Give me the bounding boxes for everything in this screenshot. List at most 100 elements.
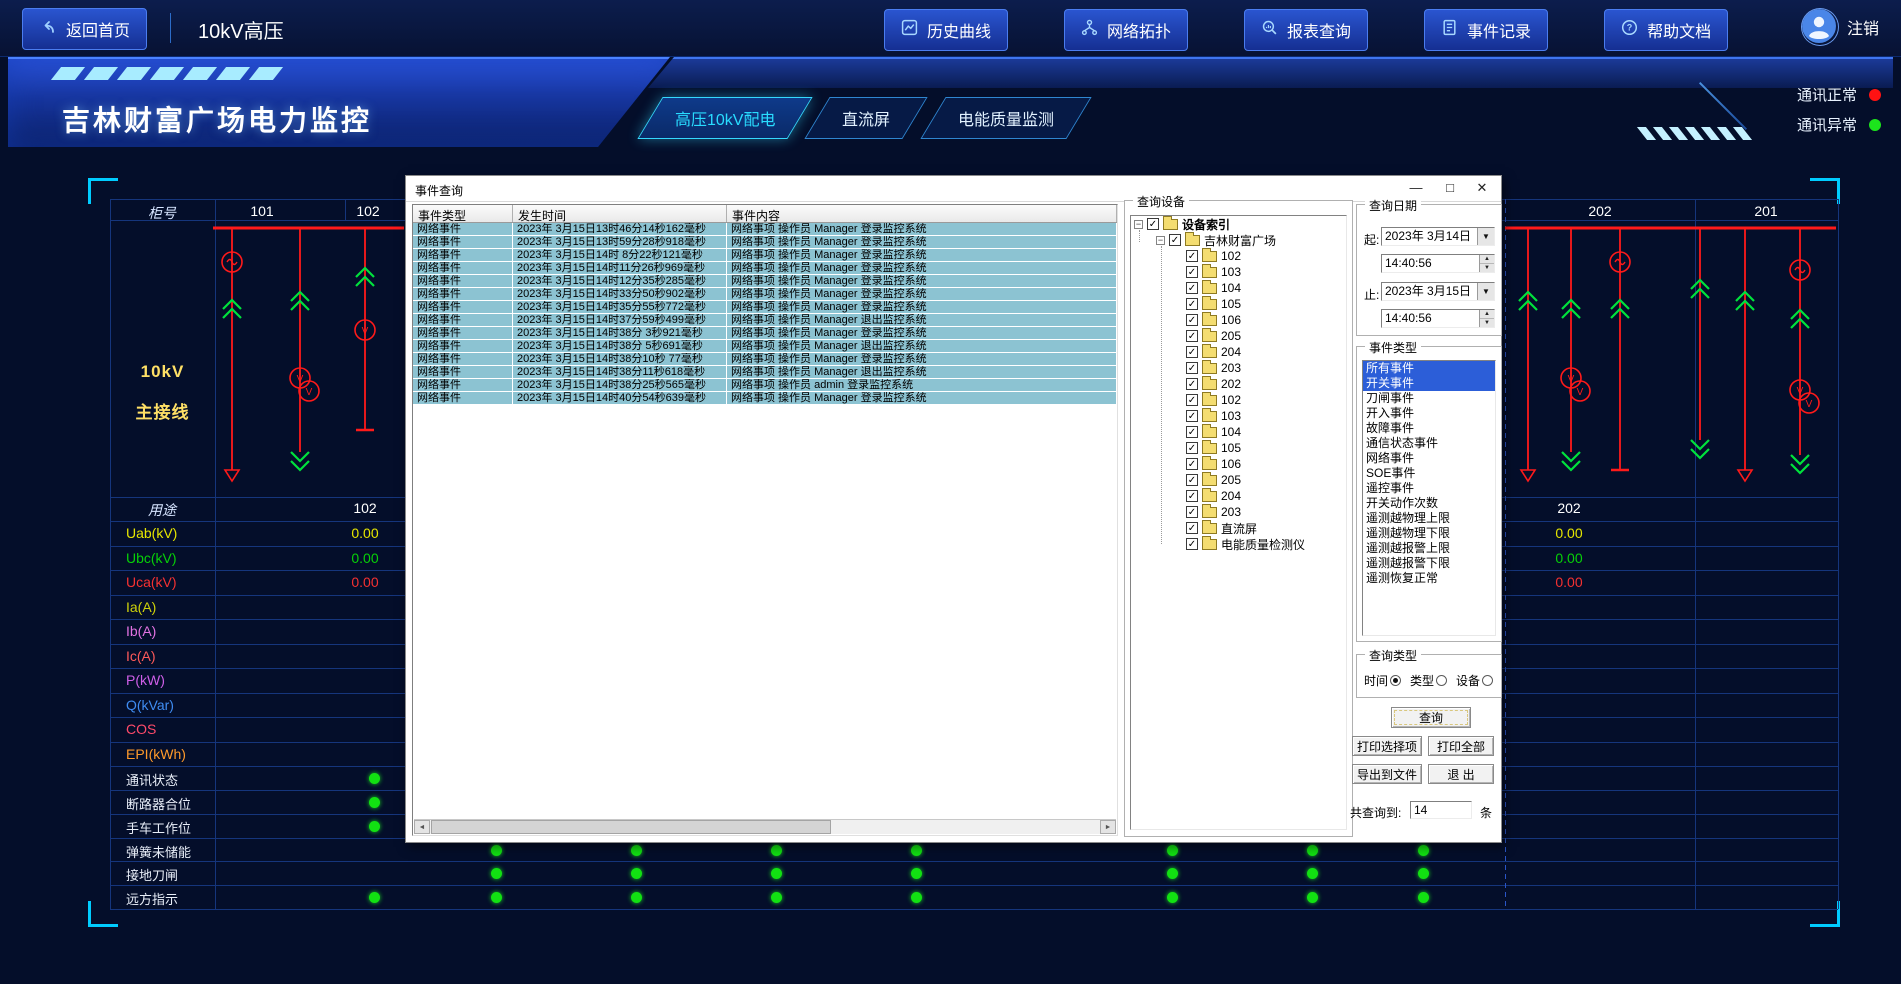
scroll-right-button[interactable]: ► [1100,820,1116,834]
tree-item-203[interactable]: ✓203 [1131,504,1346,520]
radio-option-类型[interactable]: 类型 [1410,672,1447,689]
checkbox-checked-icon[interactable]: ✓ [1186,266,1198,278]
checkbox-checked-icon[interactable]: ✓ [1186,330,1198,342]
from-date-select[interactable]: 2023年 3月14日 ▼ [1381,227,1495,246]
nav-button-历史曲线[interactable]: 历史曲线 [884,9,1008,51]
event-type-option-开入事件[interactable]: 开入事件 [1363,406,1495,421]
radio-option-时间[interactable]: 时间 [1364,672,1401,689]
maximize-button[interactable]: □ [1439,180,1461,195]
checkbox-checked-icon[interactable]: ✓ [1186,426,1198,438]
tab-高压10kV配电[interactable]: 高压10kV配电 [637,97,813,139]
event-type-list[interactable]: 所有事件开关事件刀闸事件开入事件故障事件通信状态事件网络事件SOE事件遥控事件开… [1362,360,1496,636]
nav-button-网络拓扑[interactable]: 网络拓扑 [1064,9,1188,51]
radio-option-设备[interactable]: 设备 [1456,672,1493,689]
tree-item-直流屏[interactable]: ✓直流屏 [1131,520,1346,536]
tab-电能质量监测[interactable]: 电能质量监测 [920,97,1091,139]
tree-item-106[interactable]: ✓106 [1131,456,1346,472]
checkbox-checked-icon[interactable]: ✓ [1186,442,1198,454]
table-row[interactable]: 网络事件2023年 3月15日14时40分54秒639毫秒网络事项 操作员 Ma… [413,392,1117,405]
nav-button-事件记录[interactable]: 事件记录 [1424,9,1548,51]
tree-expander-icon[interactable]: − [1134,220,1143,229]
tree-item-吉林财富广场[interactable]: −✓吉林财富广场 [1131,232,1346,248]
nav-button-报表查询[interactable]: 报表查询 [1244,9,1368,51]
table-row[interactable]: 网络事件2023年 3月15日13时59分28秒918毫秒网络事项 操作员 Ma… [413,236,1117,249]
checkbox-checked-icon[interactable]: ✓ [1186,314,1198,326]
dropdown-arrow-icon[interactable]: ▼ [1477,228,1494,245]
tree-item-203[interactable]: ✓203 [1131,360,1346,376]
back-home-button[interactable]: 返回首页 [22,8,147,50]
event-type-option-遥测越物理下限[interactable]: 遥测越物理下限 [1363,526,1495,541]
column-header-发生时间[interactable]: 发生时间 [513,205,727,222]
spinner-icon[interactable]: ▲▼ [1479,310,1494,327]
event-type-option-通信状态事件[interactable]: 通信状态事件 [1363,436,1495,451]
event-table[interactable]: 事件类型发生时间事件内容 网络事件2023年 3月15日13时46分14秒162… [412,204,1118,836]
horizontal-scrollbar[interactable]: ◄ ► [414,819,1116,834]
minimize-button[interactable]: — [1405,180,1427,195]
table-row[interactable]: 网络事件2023年 3月15日14时38分 3秒921毫秒网络事项 操作员 Ma… [413,327,1117,340]
checkbox-checked-icon[interactable]: ✓ [1186,362,1198,374]
event-type-option-遥测恢复正常[interactable]: 遥测恢复正常 [1363,571,1495,586]
tree-item-104[interactable]: ✓104 [1131,280,1346,296]
tree-item-设备索引[interactable]: −✓设备索引 [1131,216,1346,232]
result-count-field[interactable]: 14 [1410,801,1472,819]
event-type-option-网络事件[interactable]: 网络事件 [1363,451,1495,466]
tree-item-205[interactable]: ✓205 [1131,328,1346,344]
device-tree[interactable]: −✓设备索引−✓吉林财富广场✓102✓103✓104✓105✓106✓205✓2… [1130,215,1347,830]
dropdown-arrow-icon[interactable]: ▼ [1477,283,1494,300]
to-time-input[interactable]: 14:40:56 ▲▼ [1381,309,1495,328]
event-type-option-SOE事件[interactable]: SOE事件 [1363,466,1495,481]
table-row[interactable]: 网络事件2023年 3月15日14时 8分22秒121毫秒网络事项 操作员 Ma… [413,249,1117,262]
checkbox-checked-icon[interactable]: ✓ [1186,282,1198,294]
checkbox-checked-icon[interactable]: ✓ [1186,250,1198,262]
event-type-option-所有事件[interactable]: 所有事件 [1363,361,1495,376]
checkbox-checked-icon[interactable]: ✓ [1186,506,1198,518]
checkbox-checked-icon[interactable]: ✓ [1186,490,1198,502]
tree-item-105[interactable]: ✓105 [1131,296,1346,312]
table-row[interactable]: 网络事件2023年 3月15日14时35分55秒772毫秒网络事项 操作员 Ma… [413,301,1117,314]
user-avatar[interactable] [1802,9,1838,45]
tree-expander-icon[interactable]: − [1156,236,1165,245]
event-type-option-遥测越报警下限[interactable]: 遥测越报警下限 [1363,556,1495,571]
checkbox-checked-icon[interactable]: ✓ [1186,474,1198,486]
close-button[interactable]: ✕ [1471,180,1493,196]
column-header-事件内容[interactable]: 事件内容 [727,205,1117,222]
print-all-button[interactable]: 打印全部 [1428,736,1494,756]
scroll-left-button[interactable]: ◄ [414,820,430,834]
checkbox-checked-icon[interactable]: ✓ [1186,410,1198,422]
column-header-事件类型[interactable]: 事件类型 [413,205,513,222]
table-row[interactable]: 网络事件2023年 3月15日14时38分25秒565毫秒网络事项 操作员 ad… [413,379,1117,392]
checkbox-checked-icon[interactable]: ✓ [1186,298,1198,310]
tree-item-205[interactable]: ✓205 [1131,472,1346,488]
exit-button[interactable]: 退 出 [1428,764,1494,784]
tree-item-电能质量检测仪[interactable]: ✓电能质量检测仪 [1131,536,1346,552]
table-row[interactable]: 网络事件2023年 3月15日14时38分11秒618毫秒网络事项 操作员 Ma… [413,366,1117,379]
tree-item-103[interactable]: ✓103 [1131,408,1346,424]
tree-item-102[interactable]: ✓102 [1131,392,1346,408]
query-button[interactable]: 查询 [1391,707,1471,728]
table-row[interactable]: 网络事件2023年 3月15日14时38分10秒 77毫秒网络事项 操作员 Ma… [413,353,1117,366]
tree-item-105[interactable]: ✓105 [1131,440,1346,456]
event-type-option-遥测越报警上限[interactable]: 遥测越报警上限 [1363,541,1495,556]
table-row[interactable]: 网络事件2023年 3月15日14时38分 5秒691毫秒网络事项 操作员 Ma… [413,340,1117,353]
table-row[interactable]: 网络事件2023年 3月15日14时12分35秒285毫秒网络事项 操作员 Ma… [413,275,1117,288]
nav-button-帮助文档[interactable]: ?帮助文档 [1604,9,1728,51]
checkbox-checked-icon[interactable]: ✓ [1169,234,1181,246]
print-selected-button[interactable]: 打印选择项 [1352,736,1422,756]
event-type-option-故障事件[interactable]: 故障事件 [1363,421,1495,436]
spinner-icon[interactable]: ▲▼ [1479,255,1494,272]
event-type-option-遥测越物理上限[interactable]: 遥测越物理上限 [1363,511,1495,526]
tree-item-104[interactable]: ✓104 [1131,424,1346,440]
checkbox-checked-icon[interactable]: ✓ [1186,538,1198,550]
table-row[interactable]: 网络事件2023年 3月15日13时46分14秒162毫秒网络事项 操作员 Ma… [413,223,1117,236]
logout-button[interactable]: 注销 [1847,15,1879,39]
radio-icon[interactable] [1482,675,1493,686]
event-type-option-开关动作次数[interactable]: 开关动作次数 [1363,496,1495,511]
tree-item-204[interactable]: ✓204 [1131,344,1346,360]
export-button[interactable]: 导出到文件 [1352,764,1422,784]
checkbox-checked-icon[interactable]: ✓ [1186,394,1198,406]
table-row[interactable]: 网络事件2023年 3月15日14时33分50秒902毫秒网络事项 操作员 Ma… [413,288,1117,301]
checkbox-checked-icon[interactable]: ✓ [1186,378,1198,390]
radio-icon[interactable] [1390,675,1401,686]
event-type-option-遥控事件[interactable]: 遥控事件 [1363,481,1495,496]
checkbox-checked-icon[interactable]: ✓ [1186,346,1198,358]
